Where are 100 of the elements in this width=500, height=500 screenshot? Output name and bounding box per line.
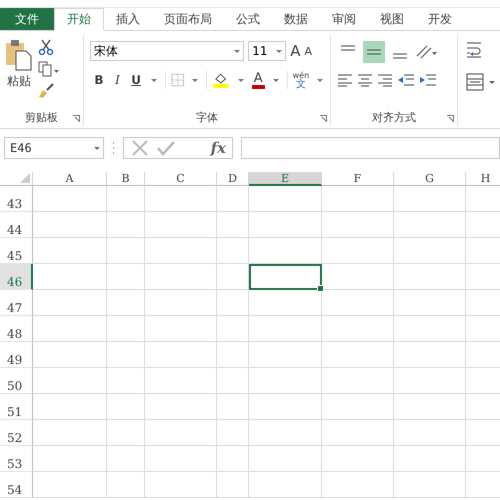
column-header[interactable]: E — [249, 172, 322, 186]
grid-cell[interactable] — [217, 420, 249, 446]
ribbon-tab[interactable]: 开发 — [416, 8, 464, 30]
bold-button[interactable]: B — [92, 73, 106, 87]
ribbon-tab[interactable]: 数据 — [272, 8, 320, 30]
grid-cell[interactable] — [217, 238, 249, 264]
grid-cell[interactable] — [322, 186, 394, 212]
grid-cell[interactable] — [322, 472, 394, 498]
merge-cells-icon[interactable] — [466, 73, 496, 91]
grid-cell[interactable] — [249, 420, 322, 446]
copy-icon[interactable] — [38, 61, 60, 77]
grid-cell[interactable] — [107, 264, 145, 290]
decrease-indent-icon[interactable] — [397, 73, 416, 87]
grid-cell[interactable] — [33, 368, 107, 394]
grid-cell[interactable] — [249, 342, 322, 368]
grid-cell[interactable] — [217, 212, 249, 238]
grid-cell[interactable] — [145, 420, 217, 446]
grid-cell[interactable] — [145, 316, 217, 342]
grid-cell[interactable] — [145, 290, 217, 316]
grid-cell[interactable] — [145, 212, 217, 238]
grid-cell[interactable] — [394, 290, 466, 316]
grid-cell[interactable] — [107, 238, 145, 264]
grid-cell[interactable] — [322, 264, 394, 290]
row-header[interactable]: 50 — [0, 368, 33, 394]
ribbon-tab[interactable]: 页面布局 — [152, 8, 224, 30]
grid-cell[interactable] — [394, 238, 466, 264]
grid-cell[interactable] — [33, 290, 107, 316]
grid-cell[interactable] — [107, 316, 145, 342]
grid-cell[interactable] — [107, 446, 145, 472]
row-header[interactable]: 43 — [0, 186, 33, 212]
wrap-text-icon[interactable] — [466, 41, 484, 59]
shrink-font-button[interactable]: A — [304, 44, 312, 58]
grid-cell[interactable] — [394, 316, 466, 342]
grid-cell[interactable] — [394, 368, 466, 394]
font-color-button[interactable]: A — [252, 72, 265, 88]
column-header[interactable]: G — [394, 172, 466, 186]
grid-cell[interactable] — [33, 472, 107, 498]
brush-icon[interactable] — [38, 83, 54, 99]
vertical-align-button[interactable] — [363, 41, 386, 63]
grid-cell[interactable] — [217, 186, 249, 212]
column-header[interactable]: F — [322, 172, 394, 186]
ribbon-tab[interactable]: 开始 — [54, 8, 104, 31]
grow-font-button[interactable]: A — [290, 42, 300, 60]
fill-color-icon[interactable] — [212, 72, 230, 88]
paste-button[interactable]: 粘贴 — [4, 37, 34, 106]
grid-cell[interactable] — [107, 290, 145, 316]
grid-cell[interactable] — [394, 420, 466, 446]
grid-cell[interactable] — [322, 316, 394, 342]
dialog-launcher-icon[interactable] — [447, 115, 454, 122]
grid-cell[interactable] — [249, 316, 322, 342]
grid-cell[interactable] — [322, 420, 394, 446]
grid-cell[interactable] — [394, 186, 466, 212]
grid-cell[interactable] — [394, 264, 466, 290]
file-tab[interactable]: 文件 — [0, 8, 54, 30]
grid-cell[interactable] — [33, 420, 107, 446]
grid-cell[interactable] — [249, 472, 322, 498]
scissors-icon[interactable] — [38, 39, 54, 55]
grid-cell[interactable] — [249, 368, 322, 394]
grid-cell[interactable] — [33, 238, 107, 264]
grid-cell[interactable] — [107, 472, 145, 498]
row-header[interactable]: 47 — [0, 290, 33, 316]
grid-cell[interactable] — [145, 368, 217, 394]
ribbon-tab[interactable]: 视图 — [368, 8, 416, 30]
row-header[interactable]: 51 — [0, 394, 33, 420]
grid-cell[interactable] — [394, 342, 466, 368]
cancel-icon[interactable] — [130, 139, 150, 157]
underline-button[interactable]: U — [129, 73, 143, 87]
increase-indent-icon[interactable] — [419, 73, 438, 87]
grid-cell[interactable] — [107, 186, 145, 212]
grid-cell[interactable] — [322, 212, 394, 238]
grid-cell[interactable] — [33, 342, 107, 368]
row-header[interactable]: 54 — [0, 472, 33, 498]
grid-cell[interactable] — [145, 186, 217, 212]
name-box[interactable]: E46 — [4, 137, 104, 159]
ribbon-tab[interactable]: 公式 — [224, 8, 272, 30]
row-header[interactable]: 49 — [0, 342, 33, 368]
column-header[interactable]: C — [145, 172, 217, 186]
grid-cell[interactable] — [145, 446, 217, 472]
grid-cell[interactable] — [145, 472, 217, 498]
column-header[interactable]: B — [107, 172, 145, 186]
grid-cell[interactable] — [107, 420, 145, 446]
align-right-icon[interactable] — [377, 73, 394, 87]
grid-cell[interactable] — [249, 212, 322, 238]
clipboard-icon[interactable] — [4, 39, 34, 71]
grid-cell[interactable] — [217, 394, 249, 420]
grid-cell[interactable] — [322, 446, 394, 472]
row-header[interactable]: 44 — [0, 212, 33, 238]
row-header[interactable]: 53 — [0, 446, 33, 472]
column-header[interactable]: A — [33, 172, 107, 186]
dialog-launcher-icon[interactable] — [320, 115, 328, 122]
formula-field[interactable] — [241, 137, 500, 159]
grid-cell[interactable] — [217, 264, 249, 290]
grid-cell[interactable] — [33, 446, 107, 472]
phonetic-button[interactable]: wén 文 — [292, 71, 310, 89]
grid-cell[interactable] — [322, 342, 394, 368]
grid-cell[interactable] — [107, 212, 145, 238]
align-center-icon[interactable] — [357, 73, 374, 87]
select-all-icon[interactable] — [20, 173, 30, 183]
font-name-field[interactable]: 宋体 — [90, 41, 244, 61]
border-icon[interactable] — [170, 73, 184, 87]
